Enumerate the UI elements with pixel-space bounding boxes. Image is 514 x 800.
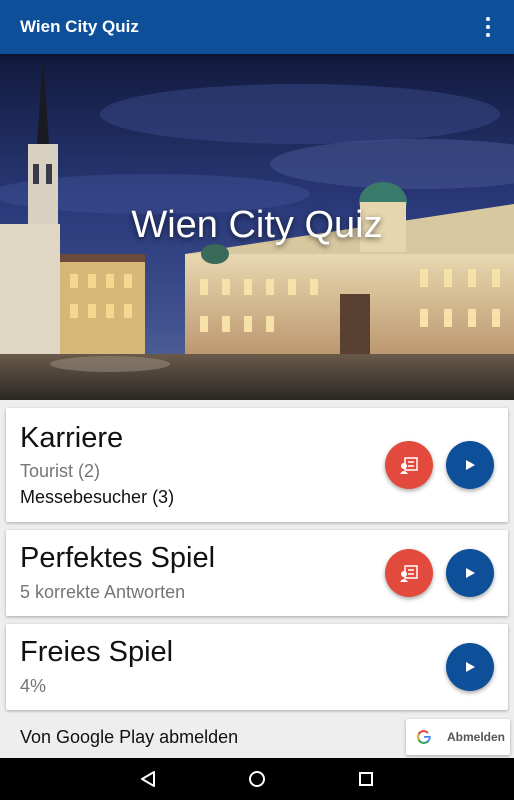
play-button[interactable] [446,549,494,597]
leaderboard-button[interactable] [385,441,433,489]
card-title: Freies Spiel [20,636,174,668]
play-icon [466,662,475,672]
hero-title: Wien City Quiz [131,204,383,246]
recents-icon[interactable] [355,768,377,790]
sign-out-text: Von Google Play abmelden [20,727,239,747]
play-button[interactable] [446,441,494,489]
card-karriere[interactable]: Karriere Tourist (2) Messebesucher (3) [6,408,508,522]
play-icon [466,568,475,578]
leaderboard-icon [400,565,418,582]
card-subtitle: 4% [20,676,47,696]
leaderboard-button[interactable] [385,549,433,597]
app-bar: Wien City Quiz [0,0,514,54]
card-perfektes-spiel[interactable]: Perfektes Spiel 5 korrekte Antworten [6,530,508,616]
google-g-icon [416,730,431,744]
more-vert-icon[interactable] [482,17,494,37]
card-title: Karriere [20,422,124,454]
play-button[interactable] [446,643,494,691]
card-freies-spiel[interactable]: Freies Spiel 4% [6,624,508,710]
sign-out-button-label: Abmelden [447,730,506,744]
hero-banner: Wien City Quiz [0,54,514,400]
google-sign-out-button[interactable]: Abmelden [406,719,510,755]
card-title: Perfektes Spiel [20,542,216,574]
app-title: Wien City Quiz [20,17,139,36]
system-nav-bar [0,758,514,800]
play-icon [466,460,475,470]
card-subtitle-secondary: Messebesucher (3) [20,487,175,507]
back-icon[interactable] [137,768,159,790]
home-icon[interactable] [246,768,268,790]
card-subtitle: Tourist (2) [20,461,101,481]
card-subtitle: 5 korrekte Antworten [20,582,186,602]
leaderboard-icon [400,457,418,474]
